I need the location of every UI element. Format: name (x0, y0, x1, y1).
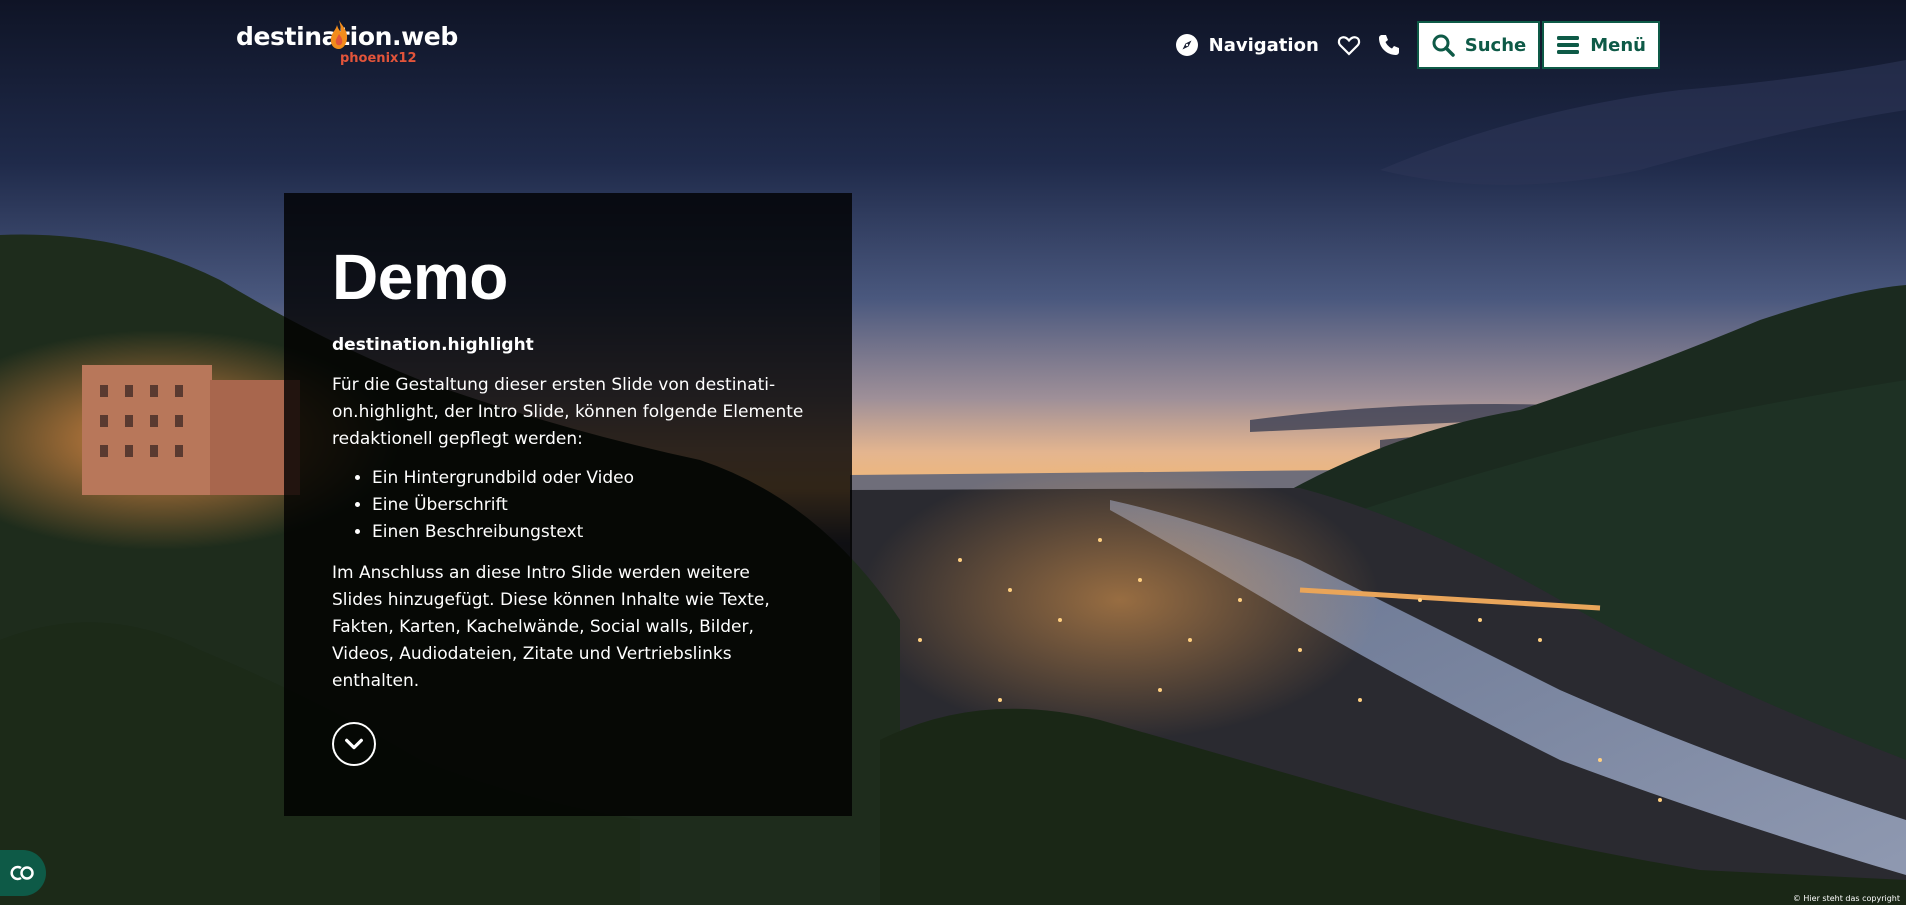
header-navigation: Navigation Suche Menü (1175, 20, 1660, 70)
list-item: Einen Beschreibungstext (372, 519, 804, 546)
hamburger-icon (1557, 36, 1580, 54)
scroll-down-button[interactable] (332, 722, 376, 766)
slide-subtitle: destination.highlight (332, 335, 534, 355)
list-item: Eine Überschrift (372, 492, 804, 519)
phone-icon[interactable] (1377, 33, 1401, 57)
slide-intro-text: Für die Gestaltung dieser ersten Slide v… (332, 375, 804, 449)
menu-button[interactable]: Menü (1542, 21, 1660, 69)
intro-slide-card: Demo destination.highlight Für die Gesta… (284, 193, 852, 816)
search-button[interactable]: Suche (1416, 21, 1541, 69)
slide-outro-text: Im Anschluss an diese Intro Slide werden… (332, 563, 770, 691)
heart-icon[interactable] (1337, 33, 1361, 57)
search-button-label: Suche (1464, 34, 1527, 56)
compass-icon (1175, 33, 1199, 57)
cookie-consent-button[interactable] (0, 850, 46, 896)
site-logo[interactable]: destination.web phoenix12 (236, 20, 458, 72)
navigation-link[interactable]: Navigation (1175, 33, 1319, 57)
site-header: destination.web phoenix12 Navigation Suc… (0, 0, 1906, 90)
navigation-label: Navigation (1208, 34, 1319, 56)
slide-element-list: Ein Hintergrundbild oder Video Eine Über… (332, 465, 804, 546)
flame-icon (330, 20, 348, 49)
logo-subtitle: phoenix12 (340, 51, 417, 66)
image-copyright: © Hier steht das copyright (1792, 894, 1900, 903)
slide-title: Demo (332, 241, 508, 313)
search-icon (1432, 34, 1455, 57)
menu-button-label: Menü (1590, 34, 1646, 56)
chevron-down-icon (345, 738, 363, 750)
cookie-consent-icon (10, 865, 34, 881)
list-item: Ein Hintergrundbild oder Video (372, 465, 804, 492)
